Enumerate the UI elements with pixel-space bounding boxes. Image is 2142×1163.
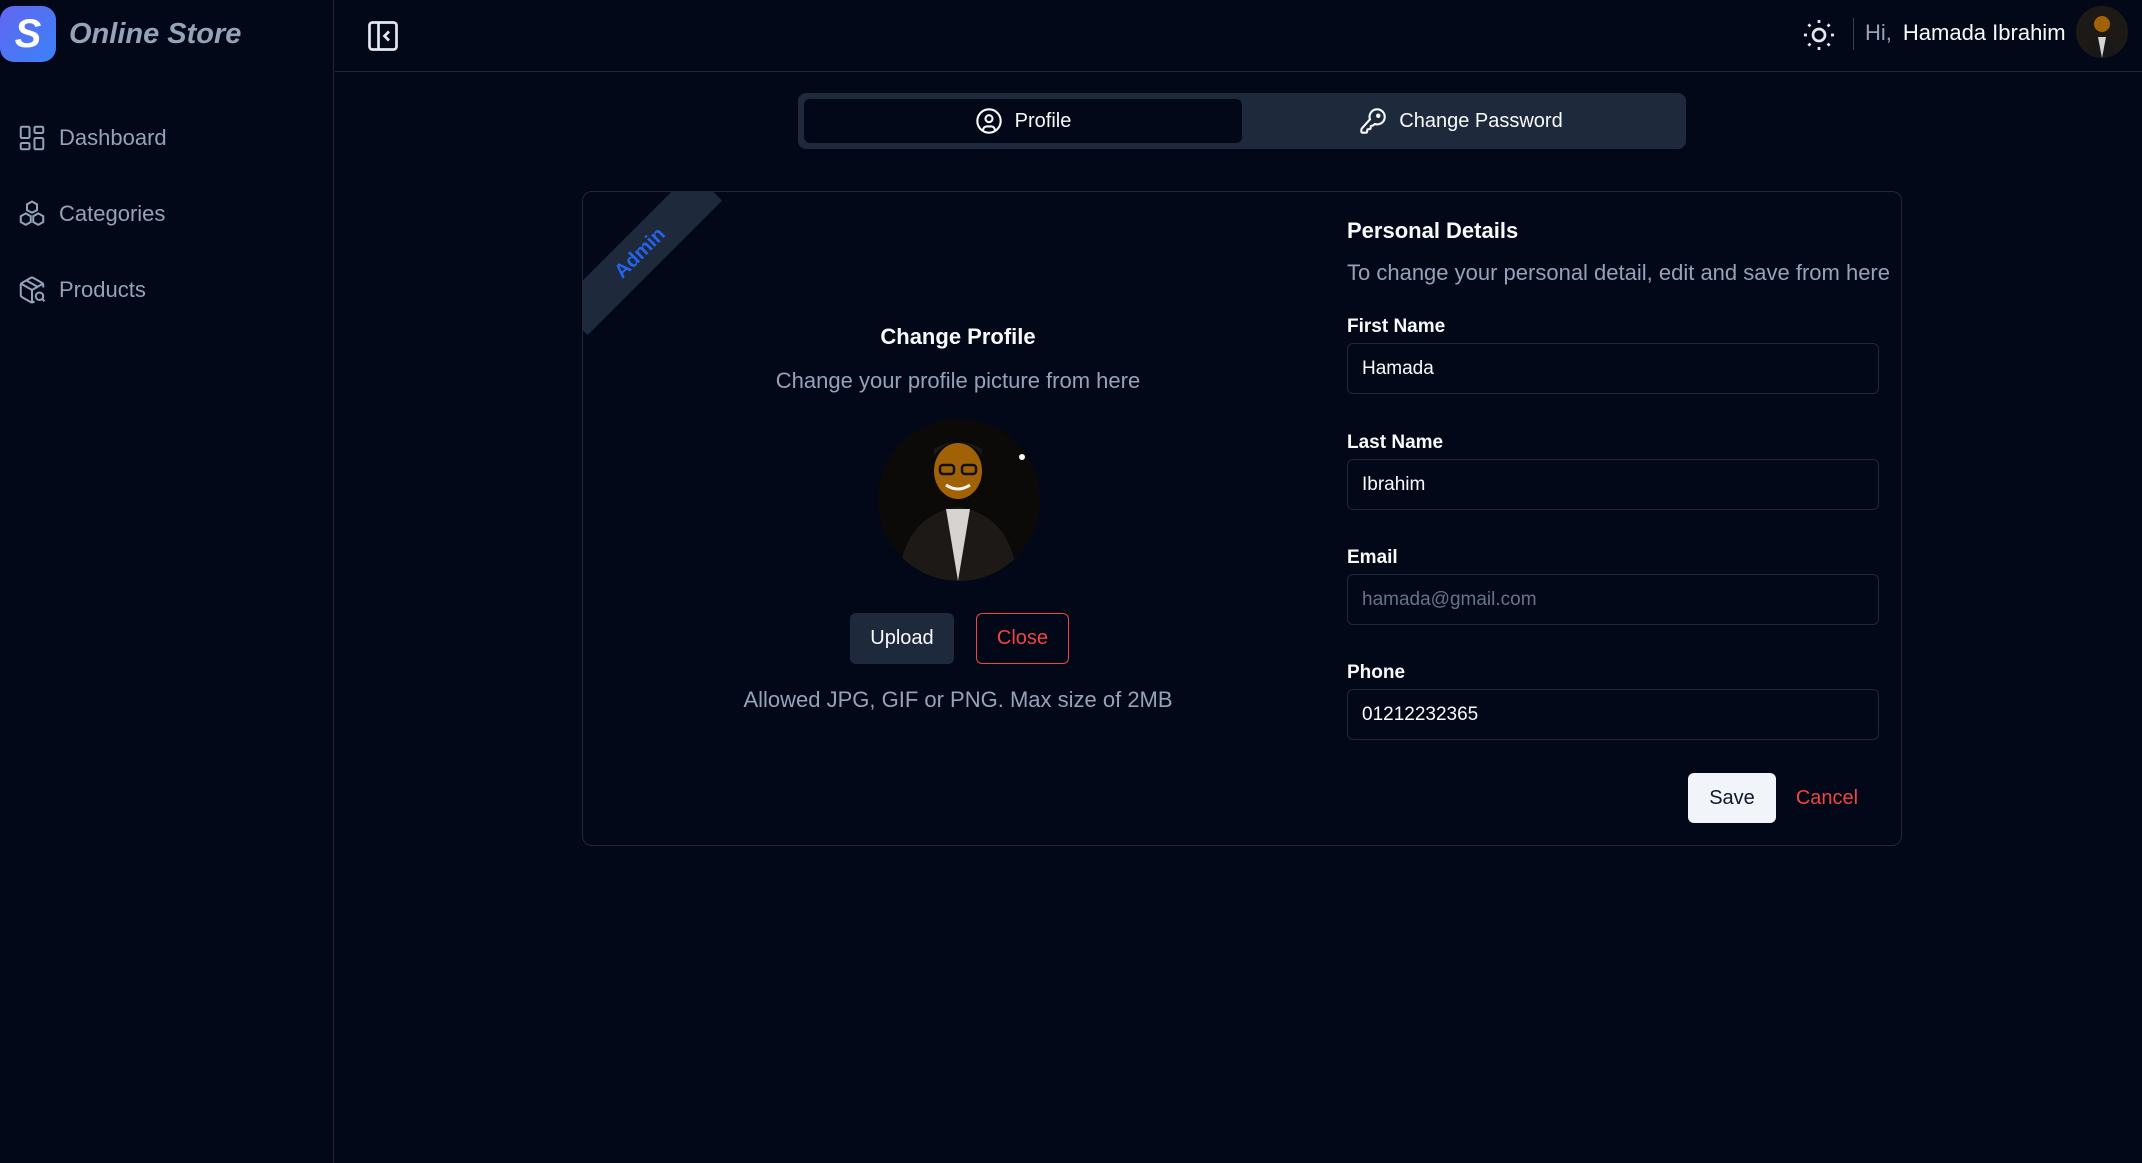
sidebar-item-label: Products [59, 277, 146, 302]
sidebar: S Online Store Dashboard Categories Prod… [0, 0, 334, 1163]
categories-icon [19, 200, 45, 227]
email-label: Email [1347, 547, 1398, 568]
tab-label: Change Password [1399, 109, 1563, 132]
tab-change-password[interactable]: Change Password [1242, 99, 1680, 143]
header-divider [1853, 18, 1854, 50]
brand-logo: S [0, 6, 56, 62]
greeting-text: Hi, [1865, 20, 1892, 45]
sidebar-item-categories[interactable]: Categories [0, 194, 334, 234]
first-name-input[interactable] [1347, 343, 1879, 394]
change-profile-subtitle: Change your profile picture from here [775, 368, 1141, 393]
save-button[interactable]: Save [1688, 773, 1776, 823]
tab-label: Profile [1014, 109, 1072, 132]
change-profile-title: Change Profile [880, 324, 1036, 349]
sidebar-item-label: Categories [59, 201, 166, 226]
dashboard-icon [19, 125, 45, 151]
user-greeting: Hi, Hamada Ibrahim [1865, 20, 2066, 46]
user-circle-icon [975, 108, 1002, 134]
cancel-button[interactable]: Cancel [1787, 773, 1867, 823]
brand[interactable]: S Online Store [0, 6, 241, 62]
sidebar-item-dashboard[interactable]: Dashboard [0, 118, 334, 158]
phone-input[interactable] [1347, 689, 1879, 740]
user-name: Hamada Ibrahim [1902, 20, 2066, 45]
products-icon [19, 276, 46, 304]
close-button[interactable]: Close [976, 613, 1069, 664]
profile-picture [878, 419, 1040, 581]
sun-icon[interactable] [1801, 17, 1837, 53]
key-icon [1360, 108, 1386, 134]
sidebar-item-products[interactable]: Products [0, 270, 334, 310]
top-header: Hi, Hamada Ibrahim [335, 0, 2142, 72]
avatar[interactable] [2076, 6, 2128, 58]
sidebar-item-label: Dashboard [59, 125, 167, 150]
first-name-label: First Name [1347, 316, 1446, 337]
tab-profile[interactable]: Profile [804, 99, 1242, 143]
profile-tabs: Profile Change Password [798, 93, 1686, 149]
change-profile-section: Change Profile Change your profile pictu… [583, 192, 1333, 845]
allowed-formats-text: Allowed JPG, GIF or PNG. Max size of 2MB [743, 687, 1173, 712]
upload-button[interactable]: Upload [850, 613, 954, 664]
profile-card: Admin Change Profile Change your profile… [582, 191, 1902, 846]
sidebar-collapse-icon[interactable] [365, 18, 401, 54]
email-input[interactable] [1347, 574, 1879, 625]
sidebar-nav: Dashboard Categories Products [0, 118, 334, 346]
last-name-input[interactable] [1347, 459, 1879, 510]
app-root: S Online Store Dashboard Categories Prod… [0, 0, 2142, 1163]
phone-label: Phone [1347, 662, 1406, 683]
personal-details-subtitle: To change your personal detail, edit and… [1347, 260, 1890, 285]
personal-details-title: Personal Details [1347, 218, 1519, 243]
last-name-label: Last Name [1347, 432, 1444, 453]
brand-name: Online Store [69, 17, 242, 50]
